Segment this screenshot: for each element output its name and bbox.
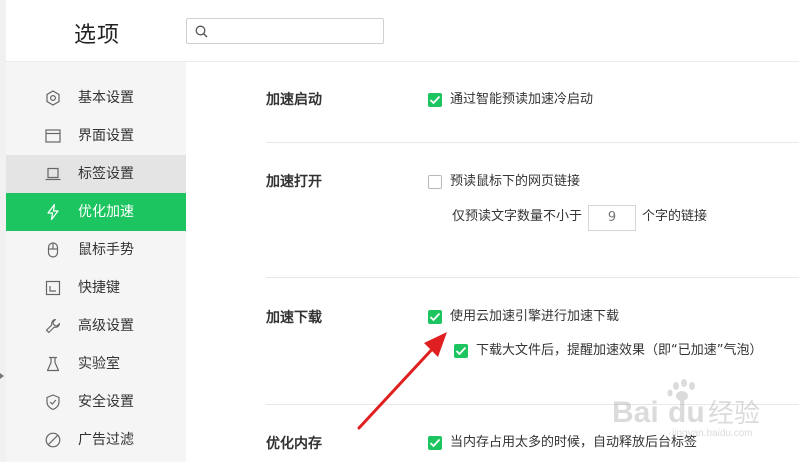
- sidebar-item-label: 实验室: [78, 356, 120, 372]
- sidebar-item-label: 优化加速: [78, 204, 134, 220]
- svg-text:Bai: Bai: [612, 396, 659, 429]
- sidebar-item-label: 标签设置: [78, 166, 134, 182]
- baidu-watermark-logo: Bai du 经验 jingyan.baidu.com: [612, 379, 760, 438]
- min-text-count-input[interactable]: 9: [588, 205, 636, 231]
- option-label: 下载大文件后，提醒加速效果（即“已加速”气泡）: [476, 343, 763, 358]
- flask-icon: [46, 356, 60, 372]
- sidebar-item-label: 高级设置: [78, 318, 134, 334]
- section-divider: [266, 142, 799, 143]
- search-input[interactable]: [215, 22, 379, 42]
- checkbox-smart-preread[interactable]: [428, 93, 442, 107]
- section-divider: [266, 277, 799, 278]
- window-icon: [45, 129, 61, 143]
- checkbox-accel-bubble[interactable]: [454, 344, 468, 358]
- check-icon: [429, 438, 441, 448]
- sidebar-item-interface[interactable]: 界面设置: [6, 117, 186, 155]
- shield-icon: [46, 394, 60, 411]
- min-text-suffix: 个字的链接: [642, 209, 708, 224]
- sidebar-item-tabs[interactable]: 标签设置: [6, 155, 186, 193]
- block-icon: [45, 432, 61, 448]
- sidebar: 基本设置 界面设置 标签设置 优化加速 鼠标手势 快捷键 高级设置 实验室 安全…: [6, 62, 186, 462]
- option-label: 通过智能预读加速冷启动: [450, 92, 594, 107]
- sidebar-item-label: 快捷键: [78, 280, 120, 296]
- svg-text:du: du: [668, 396, 705, 429]
- check-icon: [455, 346, 467, 356]
- sidebar-item-adblock[interactable]: 广告过滤: [6, 421, 186, 459]
- option-label: 预读鼠标下的网页链接: [450, 174, 581, 189]
- sidebar-item-label: 安全设置: [78, 394, 134, 410]
- search-box[interactable]: [186, 18, 384, 44]
- section-title-accel-open: 加速打开: [266, 174, 322, 190]
- laptop-icon: [45, 167, 61, 181]
- page-title: 选项: [74, 23, 121, 48]
- header: 选项: [6, 0, 799, 62]
- sidebar-item-lab[interactable]: 实验室: [6, 345, 186, 383]
- gear-icon: [46, 90, 60, 106]
- sidebar-item-shortcuts[interactable]: 快捷键: [6, 269, 186, 307]
- sidebar-item-security[interactable]: 安全设置: [6, 383, 186, 421]
- sidebar-item-label: 基本设置: [78, 90, 134, 106]
- svg-text:jingyan.baidu.com: jingyan.baidu.com: [671, 428, 753, 438]
- wrench-icon: [45, 318, 61, 334]
- sidebar-item-label: 广告过滤: [78, 432, 134, 448]
- section-title-accel-download: 加速下载: [266, 310, 322, 326]
- check-icon: [429, 95, 441, 105]
- sidebar-item-label: 界面设置: [78, 128, 134, 144]
- checkbox-cloud-accel[interactable]: [428, 310, 442, 324]
- search-icon: [195, 25, 208, 38]
- sidebar-item-optimize[interactable]: 优化加速: [6, 193, 186, 231]
- sidebar-item-mouse[interactable]: 鼠标手势: [6, 231, 186, 269]
- sidebar-item-basic[interactable]: 基本设置: [6, 79, 186, 117]
- sidebar-item-label: 鼠标手势: [78, 242, 134, 258]
- svg-text:经验: 经验: [708, 399, 760, 429]
- option-label: 使用云加速引擎进行加速下载: [450, 309, 620, 324]
- keyboard-icon: [45, 280, 61, 296]
- section-title-optimize-memory: 优化内存: [266, 436, 322, 452]
- section-title-accel-start: 加速启动: [266, 92, 322, 108]
- lightning-icon: [47, 203, 59, 221]
- checkbox-preread-links[interactable]: [428, 175, 442, 189]
- sidebar-item-advanced[interactable]: 高级设置: [6, 307, 186, 345]
- checkbox-free-memory[interactable]: [428, 436, 442, 450]
- mouse-icon: [47, 242, 59, 258]
- min-text-prefix: 仅预读文字数量不小于: [452, 209, 583, 224]
- check-icon: [429, 312, 441, 322]
- expand-arrow-icon[interactable]: [0, 373, 4, 379]
